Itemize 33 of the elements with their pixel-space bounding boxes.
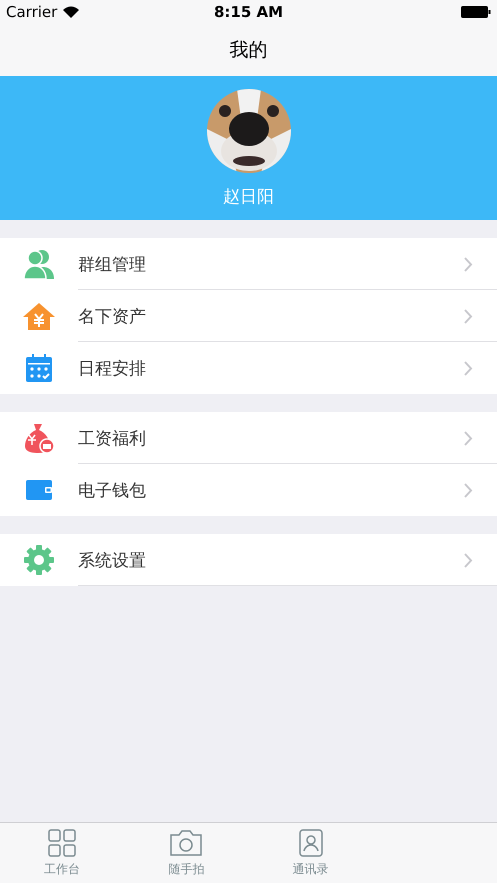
menu-item[interactable]: 群组管理 [0,238,497,290]
contacts-icon [296,828,325,856]
wallet-icon [25,479,53,501]
clock-time: 8:15 AM [214,3,284,21]
menu-label: 名下资产 [78,306,147,328]
menu-label: 工资福利 [78,428,147,450]
page-title: 我的 [230,38,268,63]
chevron-icon [464,256,473,272]
house-icon [22,302,56,330]
menu-item[interactable]: 工资福利 [0,412,497,464]
chevron-icon [464,482,473,498]
calendar-icon [25,353,53,383]
money-bag-icon [23,422,55,454]
wifi-icon [63,6,80,18]
menu-label: 系统设置 [78,550,147,572]
chevron-icon [464,308,473,324]
menu-item[interactable]: 日程安排 [0,342,497,394]
battery-icon [461,6,491,18]
menu-item[interactable]: 系统设置 [0,534,497,586]
people-icon [23,249,55,279]
chevron-icon [464,552,473,568]
chevron-icon [464,360,473,376]
menu-item[interactable]: 电子钱包 [0,464,497,516]
chevron-icon [464,430,473,446]
menu-label: 日程安排 [78,358,147,380]
menu-label: 群组管理 [78,254,147,276]
menu-label: 电子钱包 [78,480,147,502]
settings-icon [23,544,55,576]
camera-icon [169,828,204,856]
carrier-label: Carrier [6,3,58,21]
user-name: 赵日阳 [223,186,274,208]
menu-item[interactable]: 名下资产 [0,290,497,342]
grid-icon [48,828,76,856]
